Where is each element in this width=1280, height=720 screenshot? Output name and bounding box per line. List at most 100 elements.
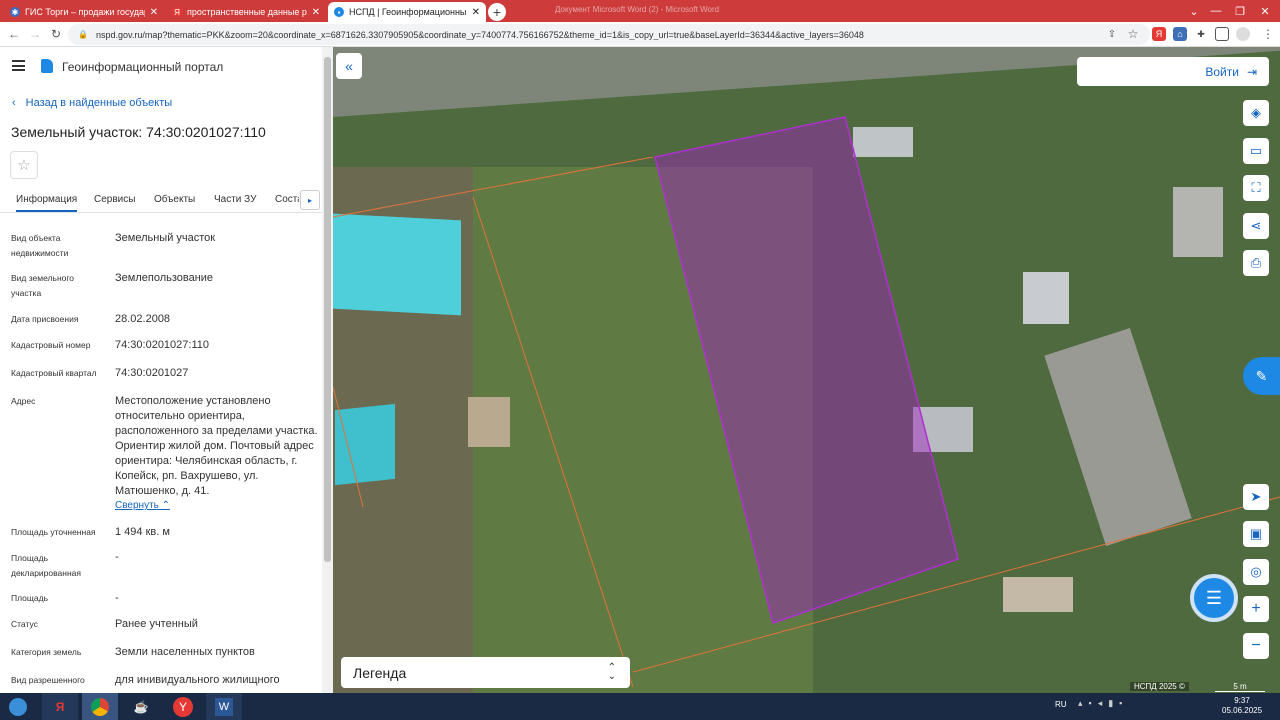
- tab-search-icon[interactable]: ⌄: [1184, 2, 1204, 20]
- close-tab-icon[interactable]: ✕: [150, 7, 158, 18]
- browser-toolbar: ← → ↻ 🔒 nspd.gov.ru/map?thematic=PKK&zoo…: [0, 22, 1280, 47]
- row-value: 74:30:0201027: [115, 367, 189, 379]
- row-label: Вид разрешенного: [11, 675, 85, 685]
- address-bar[interactable]: 🔒 nspd.gov.ru/map?thematic=PKK&zoom=20&c…: [68, 24, 1150, 45]
- back-arrow-icon[interactable]: ←: [6, 26, 22, 42]
- tab-composition[interactable]: Соста: [275, 194, 299, 205]
- tabs-scroll-right-button[interactable]: ▸: [300, 190, 320, 210]
- windows-taskbar: Я ☕ Y W RU ▴▪◂▮▪ 9:37 05.06.2025: [0, 693, 1280, 720]
- layers-icon[interactable]: ◈: [1243, 100, 1269, 126]
- hamburger-menu-icon[interactable]: [12, 60, 25, 71]
- location-target-icon[interactable]: ◎: [1243, 559, 1269, 585]
- row-value: Земельный участок: [115, 232, 216, 244]
- row-label: Кадастровый номер: [11, 340, 91, 350]
- tab-parts[interactable]: Части ЗУ: [214, 194, 256, 205]
- chevron-left-icon: ‹: [12, 97, 16, 109]
- forward-arrow-icon[interactable]: →: [27, 26, 43, 42]
- zoom-out-button[interactable]: −: [1243, 633, 1269, 659]
- back-to-results-link[interactable]: ‹ Назад в найденные объекты: [12, 97, 172, 109]
- selected-parcel[interactable]: [654, 116, 959, 624]
- side-widget-icon[interactable]: ✎: [1243, 357, 1280, 395]
- row-label: Категория земель: [11, 647, 82, 657]
- tab-information[interactable]: Информация: [16, 194, 78, 212]
- ruler-icon[interactable]: ▭: [1243, 138, 1269, 164]
- browser-tab-nspd[interactable]: ▪ НСПД | Геоинформационный п ✕: [328, 2, 486, 22]
- row-value: Ранее учтенный: [115, 618, 198, 630]
- browser-tab-gis-torgi[interactable]: ✱ ГИС Торги – продажи государст ✕: [4, 2, 164, 22]
- share-icon[interactable]: ⇪: [1104, 26, 1120, 42]
- side-panel-icon[interactable]: [1215, 27, 1229, 41]
- geolocation-icon[interactable]: ➤: [1243, 484, 1269, 510]
- boundary-line: [632, 496, 1280, 673]
- minimize-button[interactable]: —: [1206, 2, 1226, 20]
- row-label: Площадь декларированная: [11, 553, 81, 578]
- panel-scrollbar[interactable]: [322, 47, 333, 693]
- map-copyright: НСПД 2025 ©: [1130, 682, 1189, 691]
- lock-icon: 🔒: [78, 30, 88, 39]
- address-value: Местоположение установлено относительно …: [115, 395, 318, 497]
- row-label: Адрес: [11, 396, 36, 406]
- taskbar-word-icon[interactable]: W: [206, 693, 242, 720]
- map-view[interactable]: [333, 47, 1280, 693]
- row-label: Дата присвоения: [11, 314, 79, 324]
- tray-icons[interactable]: ▴▪◂▮▪: [1078, 698, 1128, 709]
- panel-header: Геоинформационный портал: [0, 47, 322, 87]
- profile-avatar[interactable]: [1236, 27, 1250, 41]
- close-tab-icon[interactable]: ✕: [312, 7, 320, 18]
- favorite-star-icon[interactable]: ☆: [10, 151, 38, 179]
- taskbar-clock[interactable]: 9:37 05.06.2025: [1222, 696, 1262, 716]
- row-value: 74:30:0201027:110: [115, 339, 209, 351]
- tab-services[interactable]: Сервисы: [94, 194, 135, 205]
- bookmark-star-icon[interactable]: ☆: [1125, 26, 1141, 42]
- portal-logo-icon: [41, 59, 53, 73]
- maximize-button[interactable]: ❐: [1230, 2, 1250, 20]
- boundary-line: [472, 196, 634, 688]
- row-label: Площадь уточненная: [11, 527, 96, 537]
- reload-icon[interactable]: ↻: [48, 26, 64, 42]
- row-value: -: [115, 551, 119, 563]
- page-title: Земельный участок: 74:30:0201027:110: [11, 124, 266, 140]
- legend-dropdown[interactable]: Легенда ⌃ ⌄: [341, 657, 630, 688]
- taskbar-yandex-browser-icon[interactable]: Y: [165, 693, 201, 720]
- minimap-icon[interactable]: ▣: [1243, 521, 1269, 547]
- collapse-panel-button[interactable]: «: [336, 53, 362, 79]
- map-scale: 5 m: [1215, 682, 1265, 692]
- zoom-in-button[interactable]: +: [1243, 596, 1269, 622]
- boundary-line: [333, 156, 654, 218]
- close-window-button[interactable]: ✕: [1255, 2, 1275, 20]
- cadastral-layer: [333, 116, 1280, 688]
- collapse-link[interactable]: Свернуть ⌃: [115, 500, 170, 511]
- chat-button[interactable]: ☰: [1190, 574, 1238, 622]
- browser-tab-spatial-data[interactable]: Я пространственные данные рос ✕: [166, 2, 326, 22]
- extension-icon[interactable]: ⌂: [1173, 27, 1187, 41]
- taskbar-java-icon[interactable]: ☕: [123, 693, 159, 720]
- select-area-icon[interactable]: ⛶: [1243, 175, 1269, 201]
- gis-torgi-favicon-icon: ✱: [10, 7, 20, 17]
- menu-dots-icon[interactable]: ⋮: [1260, 26, 1276, 42]
- row-value: 1 494 кв. м: [115, 526, 170, 538]
- yandex-extension-icon[interactable]: Я: [1152, 27, 1166, 41]
- close-tab-icon[interactable]: ✕: [472, 7, 480, 18]
- window-title: Документ Microsoft Word (2) - Microsoft …: [555, 5, 720, 14]
- input-language[interactable]: RU: [1055, 700, 1067, 709]
- tab-objects[interactable]: Объекты: [154, 194, 195, 205]
- boundary-line: [333, 386, 364, 508]
- row-value: 28.02.2008: [115, 313, 171, 325]
- taskbar-yandex-icon[interactable]: Я: [42, 693, 78, 720]
- nspd-favicon-icon: ▪: [334, 7, 344, 17]
- row-label: Кадастровый квартал: [11, 368, 97, 378]
- scrollbar-thumb[interactable]: [324, 57, 331, 562]
- select-arrows-icon: ⌃ ⌄: [607, 662, 616, 682]
- print-icon[interactable]: ⎙: [1243, 250, 1269, 276]
- share-icon[interactable]: ⋖: [1243, 213, 1269, 239]
- extensions-puzzle-icon[interactable]: ✚: [1194, 27, 1208, 41]
- row-value: -: [115, 592, 119, 604]
- new-tab-button[interactable]: +: [488, 3, 506, 21]
- login-button[interactable]: Войти ⇥: [1077, 57, 1269, 86]
- row-label: Вид земельного участка: [11, 273, 75, 298]
- taskbar-chrome-icon[interactable]: [82, 693, 118, 720]
- start-button[interactable]: [0, 693, 36, 720]
- info-panel: Геоинформационный портал ‹ Назад в найде…: [0, 47, 333, 693]
- yandex-favicon-icon: Я: [172, 7, 182, 17]
- login-icon: ⇥: [1246, 64, 1257, 79]
